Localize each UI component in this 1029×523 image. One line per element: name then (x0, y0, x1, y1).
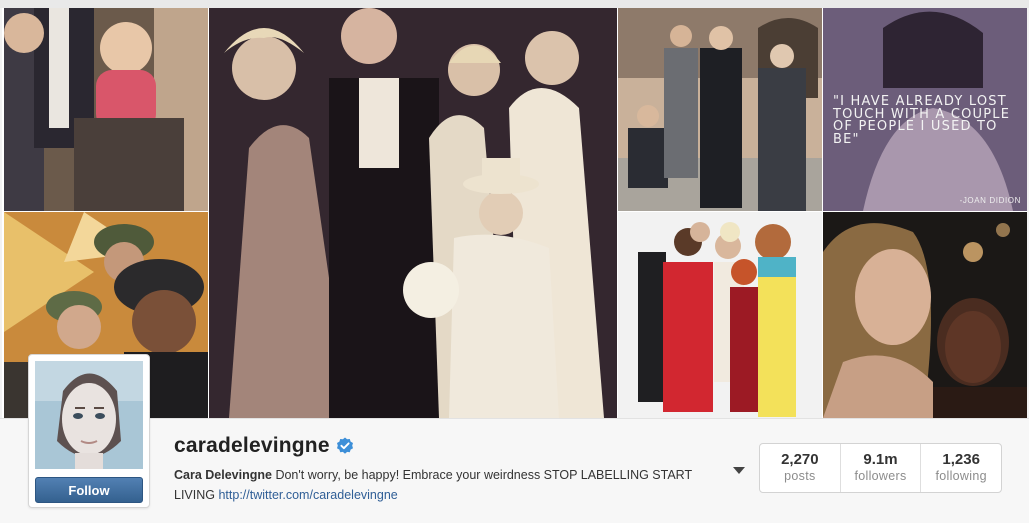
photo-grid: "I have already lost touch with a couple… (2, 8, 1027, 418)
stat-followers-value: 9.1m (863, 451, 898, 468)
profile-stats: 2,270 posts 9.1m followers 1,236 followi… (759, 443, 1002, 493)
photo-tile-family-wedding[interactable] (209, 8, 617, 418)
dropdown-caret-icon[interactable] (733, 467, 745, 474)
profile-bio: Cara Delevingne Don't worry, be happy! E… (174, 465, 714, 505)
profile-avatar-card: Follow (28, 354, 150, 508)
photo-tile-costumes[interactable] (618, 212, 822, 418)
follow-button[interactable]: Follow (35, 477, 143, 503)
username-row: caradelevingne (174, 433, 354, 459)
top-strip (0, 0, 1029, 8)
quote-author: -JOAN DIDION (959, 196, 1021, 205)
photo-tile-baby[interactable] (4, 8, 208, 211)
stat-followers-label: followers (854, 469, 907, 483)
stat-posts-value: 2,270 (781, 451, 819, 468)
photo-tile-suits[interactable] (618, 8, 822, 211)
photo-tile-quote[interactable]: "I have already lost touch with a couple… (823, 8, 1027, 211)
stat-following[interactable]: 1,236 following (920, 444, 1001, 492)
stat-followers[interactable]: 9.1m followers (839, 444, 921, 492)
stat-following-label: following (935, 469, 987, 483)
full-name: Cara Delevingne (174, 468, 272, 482)
photo-tile-friends[interactable] (823, 212, 1027, 418)
stat-following-value: 1,236 (942, 451, 980, 468)
avatar[interactable] (35, 361, 143, 469)
username[interactable]: caradelevingne (174, 434, 330, 458)
verified-badge-icon (336, 437, 353, 454)
bio-link[interactable]: http://twitter.com/caradelevingne (218, 488, 397, 502)
quote-text: "I have already lost touch with a couple… (833, 94, 1011, 147)
stat-posts[interactable]: 2,270 posts (760, 444, 840, 492)
stat-posts-label: posts (784, 469, 816, 483)
